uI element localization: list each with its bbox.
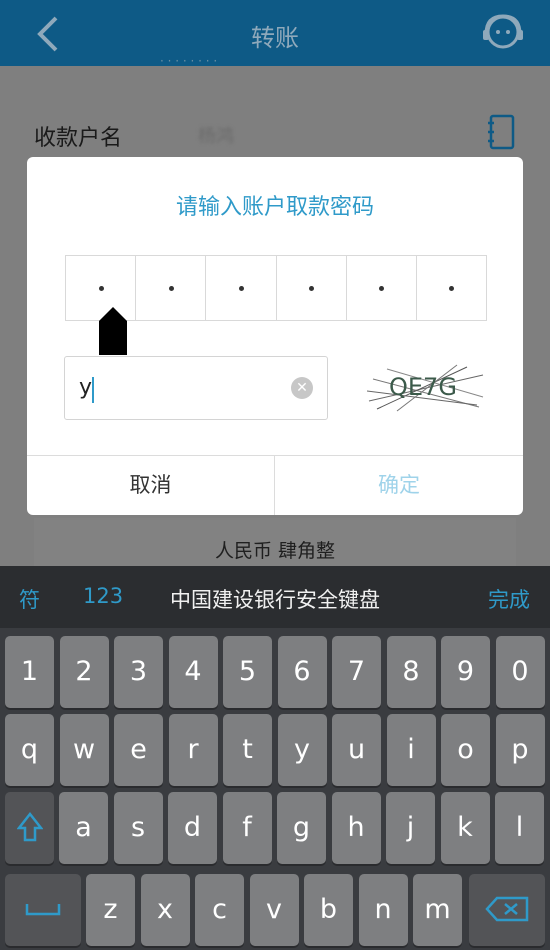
- dialog-title: 请输入账户取款密码: [175, 195, 374, 220]
- key-s[interactable]: s: [113, 792, 163, 864]
- keyboard-title: 中国建设银行安全键盘: [170, 588, 380, 612]
- pin-dot: [98, 286, 104, 291]
- backspace-key[interactable]: [469, 874, 545, 946]
- key-2[interactable]: 2: [59, 636, 109, 708]
- shift-key[interactable]: [5, 792, 54, 864]
- pin-dot: [168, 286, 174, 291]
- key-r[interactable]: r: [168, 714, 218, 786]
- pin-cell: [277, 256, 347, 320]
- payee-value: 杨鸿: [198, 126, 234, 147]
- key-1[interactable]: 1: [5, 636, 54, 708]
- key-o[interactable]: o: [441, 714, 490, 786]
- confirm-button[interactable]: 确定: [275, 456, 523, 515]
- key-4[interactable]: 4: [168, 636, 218, 708]
- pin-dot: [309, 286, 315, 291]
- key-6[interactable]: 6: [277, 636, 327, 708]
- key-j[interactable]: j: [386, 792, 435, 864]
- pin-cell: [206, 256, 277, 320]
- payee-row: 收款户名 杨鸿: [0, 100, 550, 160]
- keyboard-toolbar: 符 123 中国建设银行安全键盘 完成: [0, 566, 550, 628]
- key-d[interactable]: d: [168, 792, 217, 864]
- key-9[interactable]: 9: [441, 636, 490, 708]
- key-v[interactable]: v: [249, 874, 299, 946]
- pin-cell: [417, 256, 486, 320]
- pin-dot: [238, 286, 244, 291]
- clear-input-icon[interactable]: ✕: [291, 377, 313, 399]
- key-p[interactable]: p: [495, 714, 545, 786]
- key-n[interactable]: n: [358, 874, 408, 946]
- key-e[interactable]: e: [114, 714, 163, 786]
- pin-dot: [449, 286, 455, 291]
- contacts-book-icon[interactable]: [486, 114, 516, 150]
- pin-dot: [379, 286, 385, 291]
- key-l[interactable]: l: [495, 792, 544, 864]
- backspace-icon: [485, 896, 529, 922]
- key-g[interactable]: g: [277, 792, 326, 864]
- pin-cell: [347, 256, 417, 320]
- captcha-input-value: y: [79, 375, 93, 400]
- key-c[interactable]: c: [195, 874, 244, 946]
- key-y[interactable]: y: [277, 714, 327, 786]
- secure-keyboard: 1234567890 qwertyuiop asdfghjkl zxcvbnm: [0, 628, 550, 950]
- cancel-button[interactable]: 取消: [27, 456, 274, 515]
- key-5[interactable]: 5: [223, 636, 272, 708]
- space-key[interactable]: [5, 874, 81, 946]
- header-subtitle: · · · · · · · ·: [160, 54, 218, 66]
- key-m[interactable]: m: [413, 874, 462, 946]
- key-z[interactable]: z: [86, 874, 135, 946]
- amount-text: 人民币 肆角整: [214, 540, 336, 562]
- amount-in-words: 人民币 肆角整: [34, 518, 516, 566]
- key-i[interactable]: i: [386, 714, 436, 786]
- customer-service-icon[interactable]: [480, 10, 526, 56]
- captcha-image[interactable]: QE7G: [367, 361, 485, 413]
- password-dialog: 请输入账户取款密码 y ✕ QE7G 取消 确定: [27, 157, 523, 515]
- text-caret: [92, 377, 94, 403]
- captcha-text: QE7G: [389, 373, 457, 401]
- pin-input[interactable]: [65, 255, 487, 321]
- key-a[interactable]: a: [59, 792, 108, 864]
- done-button[interactable]: 完成: [488, 584, 530, 614]
- key-0[interactable]: 0: [495, 636, 545, 708]
- key-3[interactable]: 3: [114, 636, 163, 708]
- page-title: 转账: [251, 24, 299, 52]
- key-b[interactable]: b: [304, 874, 353, 946]
- key-t[interactable]: t: [223, 714, 272, 786]
- captcha-input[interactable]: y ✕: [64, 356, 328, 420]
- key-q[interactable]: q: [5, 714, 54, 786]
- key-8[interactable]: 8: [386, 636, 436, 708]
- key-k[interactable]: k: [440, 792, 490, 864]
- payee-label: 收款户名: [34, 126, 123, 151]
- pin-cursor-marker-icon: [99, 307, 127, 355]
- space-icon: [25, 904, 61, 916]
- pin-cell: [136, 256, 207, 320]
- shift-icon: [15, 811, 44, 842]
- key-u[interactable]: u: [332, 714, 381, 786]
- key-x[interactable]: x: [140, 874, 190, 946]
- key-7[interactable]: 7: [332, 636, 381, 708]
- key-f[interactable]: f: [222, 792, 272, 864]
- key-w[interactable]: w: [59, 714, 109, 786]
- key-h[interactable]: h: [331, 792, 381, 864]
